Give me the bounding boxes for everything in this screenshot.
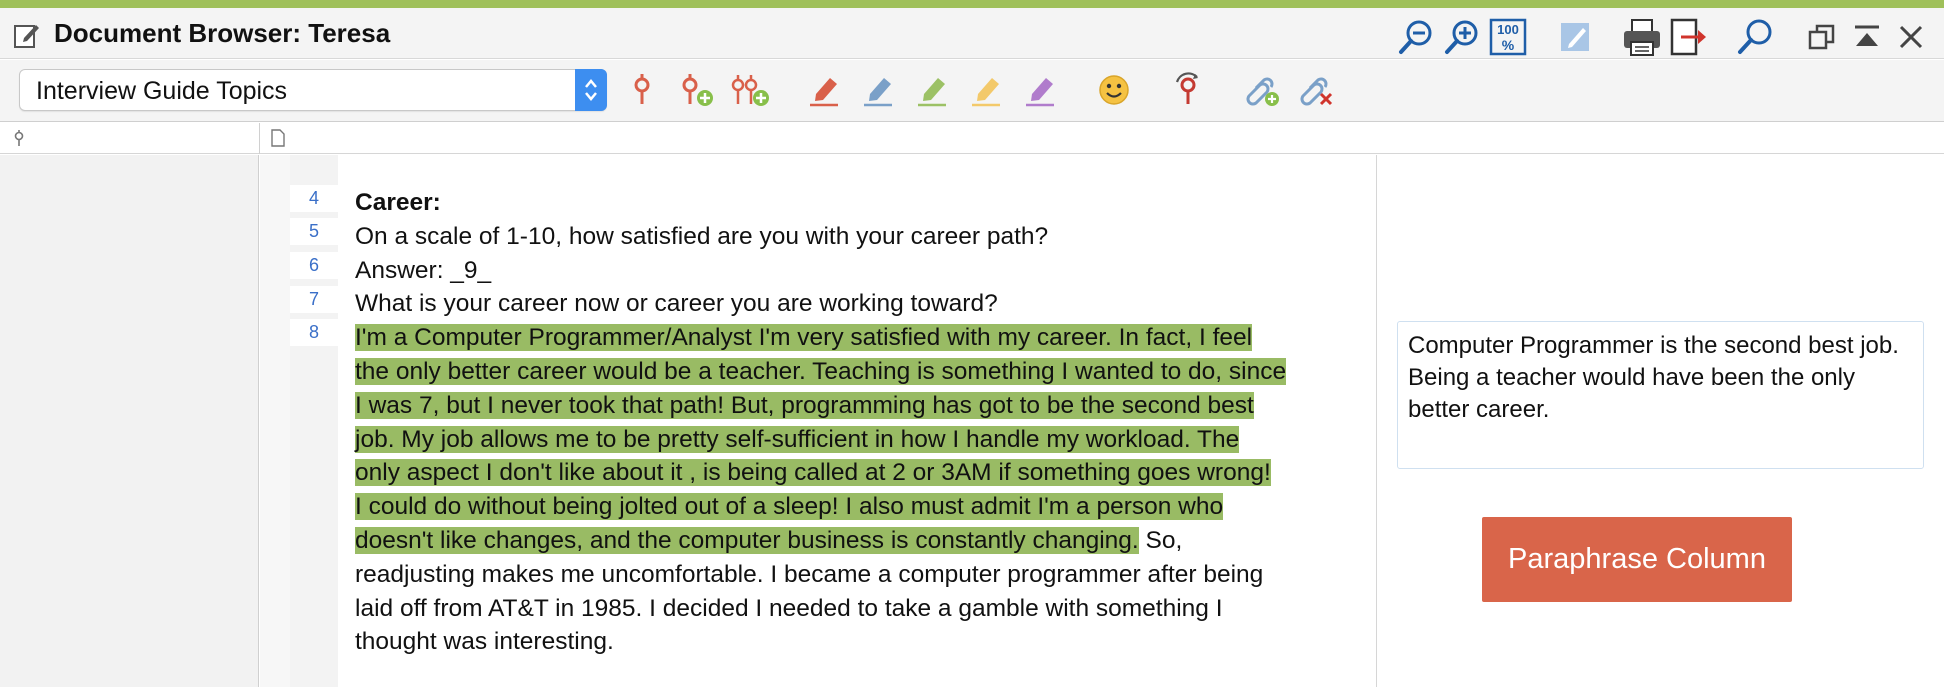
code-column-icon [12, 129, 26, 152]
window-title: Document Browser: Teresa [54, 18, 391, 48]
remove-link-icon[interactable] [1296, 70, 1336, 110]
code-link-icon[interactable] [1168, 70, 1208, 110]
chevron-updown-icon[interactable] [575, 69, 607, 111]
emoticon-icon[interactable] [1094, 70, 1134, 110]
coded-segment[interactable]: only aspect I don't like about it , is b… [355, 459, 1271, 487]
close-icon[interactable] [1890, 16, 1932, 58]
line-number: 7 [290, 286, 338, 313]
line-number: 6 [290, 252, 338, 279]
toolbar: Interview Guide Topics [0, 60, 1944, 122]
add-link-icon[interactable] [1242, 70, 1282, 110]
print-icon[interactable] [1621, 16, 1663, 58]
coded-segment[interactable]: I could do without being jolted out of a… [355, 493, 1224, 521]
paragraph-text: So, [1138, 526, 1183, 554]
coded-segment[interactable]: job. My job allows me to be pretty self-… [355, 425, 1240, 453]
line-number: 8 [290, 319, 338, 346]
question-line: What is your career now or career you ar… [355, 290, 998, 318]
svg-text:100: 100 [1497, 22, 1519, 37]
question-line: On a scale of 1-10, how satisfied are yo… [355, 222, 1049, 250]
blue-highlighter-icon[interactable] [858, 70, 898, 110]
dropdown-value: Interview Guide Topics [36, 77, 288, 105]
paragraph-text: readjusting makes me uncomfortable. I be… [355, 560, 1264, 588]
coded-segment[interactable]: the only better career would be a teache… [355, 357, 1287, 385]
accent-stripe [0, 0, 1944, 8]
section-heading: Career: [355, 189, 441, 216]
document-text[interactable]: Career: On a scale of 1-10, how satisfie… [355, 186, 1355, 659]
column-header-bar [0, 123, 1944, 154]
line-number: 5 [290, 218, 338, 245]
column-divider[interactable] [259, 123, 260, 154]
svg-text:%: % [1502, 37, 1515, 53]
coded-segment[interactable]: I'm a Computer Programmer/Analyst I'm ve… [355, 324, 1253, 352]
search-icon[interactable] [1734, 16, 1776, 58]
red-highlighter-icon[interactable] [804, 70, 844, 110]
answer-line: Answer: _9_ [355, 256, 492, 284]
code-icon[interactable] [622, 70, 662, 110]
green-highlighter-icon[interactable] [912, 70, 952, 110]
paraphrase-column-divider [1376, 155, 1377, 687]
paragraph-text: laid off from AT&T in 1985. I decided I … [355, 594, 1223, 622]
purple-highlighter-icon[interactable] [1020, 70, 1060, 110]
paragraph-text: thought was interesting. [355, 628, 614, 656]
coded-segment[interactable]: doesn't like changes, and the computer b… [355, 526, 1139, 554]
paraphrase-box[interactable]: Computer Programmer is the second best j… [1397, 321, 1924, 469]
zoom-100-icon[interactable]: 100% [1487, 16, 1529, 58]
zoom-out-icon[interactable] [1395, 16, 1437, 58]
minimize-window-icon[interactable] [1846, 16, 1888, 58]
coded-segment[interactable]: I was 7, but I never took that path! But… [355, 391, 1254, 419]
zoom-in-icon[interactable] [1441, 16, 1483, 58]
coding-stripes-pane [0, 155, 259, 687]
export-icon[interactable] [1668, 16, 1710, 58]
restore-window-icon[interactable] [1801, 16, 1843, 58]
paraphrase-column-button[interactable]: Paraphrase Column [1482, 517, 1792, 602]
document-column-icon [271, 129, 285, 152]
title-bar: Document Browser: Teresa 100% [0, 8, 1944, 59]
document-edit-icon [12, 20, 42, 50]
add-multiple-codes-icon[interactable] [730, 70, 770, 110]
add-code-icon[interactable] [676, 70, 716, 110]
line-number: 4 [290, 185, 338, 212]
code-system-dropdown[interactable]: Interview Guide Topics [19, 69, 607, 111]
edit-icon[interactable] [1554, 16, 1596, 58]
yellow-highlighter-icon[interactable] [966, 70, 1006, 110]
document-gutter [260, 155, 290, 687]
